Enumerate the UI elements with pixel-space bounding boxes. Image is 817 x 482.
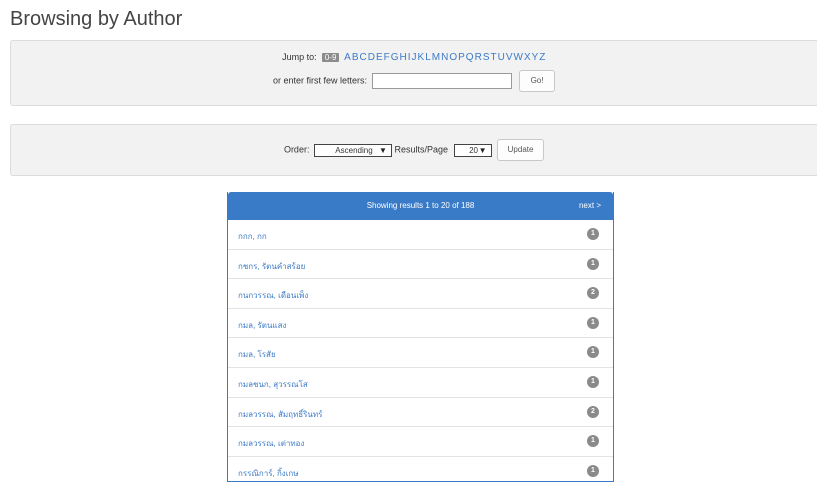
jump-letter-o[interactable]: O bbox=[449, 52, 457, 63]
jump-letter-w[interactable]: W bbox=[514, 52, 523, 63]
list-item: กมลวรรณ, สัมฤทธิ์รินทร์ 2 bbox=[228, 398, 613, 428]
list-item: กมลชนก, สุวรรณโส 1 bbox=[228, 368, 613, 398]
jump-letter-c[interactable]: C bbox=[359, 52, 366, 63]
jump-letter-s[interactable]: S bbox=[483, 52, 490, 63]
order-select-value: Ascending bbox=[335, 145, 373, 155]
list-item: กรรณิการ์, กิ้งเกษ 1 bbox=[228, 457, 613, 481]
count-badge: 1 bbox=[587, 316, 599, 329]
jump-letter-b[interactable]: B bbox=[352, 52, 359, 63]
jump-0-9-button[interactable]: 0-9 bbox=[322, 53, 340, 63]
jump-letters: ABCDEFGHIJKLMNOPQRSTUVWXYZ bbox=[344, 52, 546, 63]
results-per-page-label: Results/Page bbox=[394, 144, 449, 155]
list-item: กกก, กก 1 bbox=[228, 220, 613, 250]
list-item: กมลวรรณ, เต่าทอง 1 bbox=[228, 427, 613, 457]
jump-letter-u[interactable]: U bbox=[498, 52, 505, 63]
jump-letter-x[interactable]: X bbox=[524, 52, 531, 63]
results-per-page-select[interactable]: 20 ▼ bbox=[453, 143, 492, 157]
list-item: กนกวรรณ, เดือนเพ็ง 2 bbox=[228, 279, 613, 309]
jump-letter-t[interactable]: T bbox=[490, 52, 496, 63]
jump-letter-d[interactable]: D bbox=[368, 52, 375, 63]
list-item: กมล, โรสัย 1 bbox=[228, 338, 613, 368]
order-label: Order: bbox=[283, 144, 310, 155]
jump-letter-n[interactable]: N bbox=[441, 52, 448, 63]
count-badge: 2 bbox=[587, 287, 599, 300]
author-link[interactable]: กมลวรรณ, สัมฤทธิ์รินทร์ bbox=[238, 408, 322, 421]
jump-letter-i[interactable]: I bbox=[408, 52, 411, 63]
author-link[interactable]: กมล, โรสัย bbox=[238, 348, 276, 361]
count-badge: 1 bbox=[587, 464, 599, 477]
jump-letter-m[interactable]: M bbox=[432, 52, 440, 63]
jump-panel: Jump to: 0-9 ABCDEFGHIJKLMNOPQRSTUVWXYZ … bbox=[10, 40, 817, 106]
starts-with-input[interactable] bbox=[371, 73, 512, 89]
order-line: Order: Ascending ▼ Results/Page 20 ▼ Upd… bbox=[11, 139, 817, 161]
author-link[interactable]: กมลวรรณ, เต่าทอง bbox=[238, 437, 304, 450]
count-badge: 2 bbox=[587, 405, 599, 418]
update-button[interactable]: Update bbox=[497, 139, 545, 161]
author-link[interactable]: กนกวรรณ, เดือนเพ็ง bbox=[238, 289, 308, 302]
author-link[interactable]: กชกร, รัตนคำสร้อย bbox=[238, 260, 305, 273]
jump-letter-h[interactable]: H bbox=[400, 52, 407, 63]
go-button[interactable]: Go! bbox=[519, 70, 556, 92]
results-header: Showing results 1 to 20 of 188 next > bbox=[228, 192, 613, 220]
jump-letter-v[interactable]: V bbox=[506, 52, 513, 63]
author-link[interactable]: กมล, รัตนแสง bbox=[238, 319, 286, 332]
page-title: Browsing by Author bbox=[10, 8, 183, 30]
jump-letter-f[interactable]: F bbox=[384, 52, 390, 63]
author-link[interactable]: กกก, กก bbox=[238, 230, 267, 243]
jump-letter-j[interactable]: J bbox=[412, 52, 417, 63]
count-badge: 1 bbox=[587, 228, 599, 240]
jump-letter-g[interactable]: G bbox=[391, 52, 399, 63]
author-link[interactable]: กมลชนก, สุวรรณโส bbox=[238, 378, 308, 391]
count-badge: 1 bbox=[587, 435, 599, 448]
jump-letter-r[interactable]: R bbox=[475, 52, 482, 63]
jump-letter-p[interactable]: P bbox=[458, 52, 465, 63]
results-panel: Showing results 1 to 20 of 188 next > กก… bbox=[227, 192, 614, 482]
enter-letters-line: or enter first few letters: Go! bbox=[11, 70, 817, 92]
next-page-link[interactable]: next > bbox=[579, 201, 601, 210]
order-select[interactable]: Ascending ▼ bbox=[313, 143, 392, 157]
chevron-down-icon: ▼ bbox=[478, 145, 487, 155]
jump-to-label: Jump to: bbox=[282, 52, 317, 62]
chevron-down-icon: ▼ bbox=[379, 145, 387, 155]
jump-to-line: Jump to: 0-9 ABCDEFGHIJKLMNOPQRSTUVWXYZ bbox=[11, 52, 817, 63]
enter-letters-label: or enter first few letters: bbox=[272, 75, 367, 86]
jump-letter-a[interactable]: A bbox=[344, 52, 351, 63]
count-badge: 1 bbox=[587, 257, 599, 270]
jump-letter-z[interactable]: Z bbox=[539, 52, 545, 63]
author-link[interactable]: กรรณิการ์, กิ้งเกษ bbox=[238, 467, 299, 480]
jump-letter-l[interactable]: L bbox=[425, 52, 431, 63]
list-item: กมล, รัตนแสง 1 bbox=[228, 309, 613, 339]
count-badge: 1 bbox=[587, 375, 599, 388]
jump-letter-q[interactable]: Q bbox=[466, 52, 474, 63]
results-summary: Showing results 1 to 20 of 188 bbox=[366, 201, 475, 210]
order-panel: Order: Ascending ▼ Results/Page 20 ▼ Upd… bbox=[10, 124, 817, 176]
results-list: กกก, กก 1 กชกร, รัตนคำสร้อย 1 กนกวรรณ, เดือน… bbox=[228, 220, 613, 481]
list-item: กชกร, รัตนคำสร้อย 1 bbox=[228, 250, 613, 280]
count-badge: 1 bbox=[587, 346, 599, 359]
jump-letter-e[interactable]: E bbox=[376, 52, 383, 63]
jump-letter-k[interactable]: K bbox=[418, 52, 425, 63]
jump-letter-y[interactable]: Y bbox=[532, 52, 539, 63]
